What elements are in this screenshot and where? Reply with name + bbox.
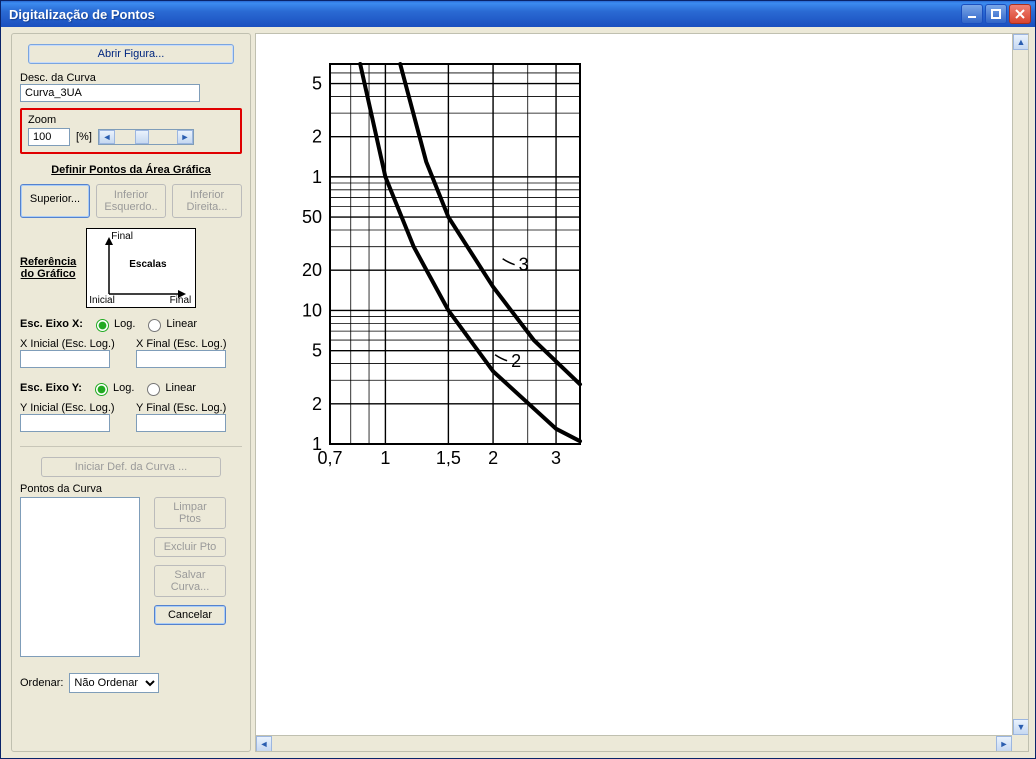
svg-text:1: 1	[380, 448, 390, 468]
svg-text:1: 1	[312, 434, 322, 454]
svg-text:2: 2	[488, 448, 498, 468]
svg-text:20: 20	[302, 260, 322, 280]
superior-button[interactable]: Superior...	[20, 184, 90, 218]
reference-diagram: Final Escalas Inicial Final	[86, 228, 196, 308]
x-initial-label: X Inicial (Esc. Log.)	[20, 338, 126, 350]
scroll-right-icon-2[interactable]: ►	[996, 736, 1012, 752]
axis-x-log-radio[interactable]: Log.	[91, 316, 135, 332]
svg-text:1,5: 1,5	[436, 448, 461, 468]
y-final-input[interactable]	[136, 414, 226, 432]
scroll-thumb[interactable]	[135, 130, 149, 144]
exclude-point-button: Excluir Pto	[154, 537, 226, 557]
left-panel: Abrir Figura... Desc. da Curva Zoom [%] …	[11, 33, 251, 752]
scroll-left-icon-2[interactable]: ◄	[256, 736, 272, 752]
scroll-left-icon[interactable]: ◄	[99, 130, 115, 144]
reference-title-1: Referência	[20, 256, 76, 268]
y-initial-label: Y Inicial (Esc. Log.)	[20, 402, 126, 414]
svg-text:1: 1	[312, 167, 322, 187]
minimize-button[interactable]	[961, 4, 983, 24]
svg-text:2: 2	[511, 351, 521, 371]
reference-title-2: do Gráfico	[20, 268, 76, 280]
curve-desc-label: Desc. da Curva	[20, 72, 242, 84]
svg-text:2: 2	[312, 394, 322, 414]
svg-text:50: 50	[302, 207, 322, 227]
zoom-label: Zoom	[28, 114, 234, 126]
axis-y-linear-radio[interactable]: Linear	[142, 380, 196, 396]
window-title: Digitalização de Pontos	[9, 7, 961, 22]
curve-desc-input[interactable]	[20, 84, 200, 102]
y-initial-input[interactable]	[20, 414, 110, 432]
define-points-title: Definir Pontos da Área Gráfica	[20, 164, 242, 176]
inferior-esquerdo-button: Inferior Esquerdo..	[96, 184, 166, 218]
y-final-label: Y Final (Esc. Log.)	[136, 402, 242, 414]
start-curve-def-button: Iniciar Def. da Curva ...	[41, 457, 221, 477]
axis-x-title: Esc. Eixo X:	[20, 318, 83, 330]
clear-points-button: Limpar Ptos	[154, 497, 226, 529]
scroll-right-icon[interactable]: ►	[177, 130, 193, 144]
svg-text:2: 2	[312, 127, 322, 147]
cancel-button[interactable]: Cancelar	[154, 605, 226, 625]
svg-text:10: 10	[302, 300, 322, 320]
points-label: Pontos da Curva	[20, 483, 242, 495]
close-button[interactable]	[1009, 4, 1031, 24]
scroll-up-icon[interactable]: ▲	[1013, 34, 1029, 50]
inferior-direita-button: Inferior Direita...	[172, 184, 242, 218]
svg-text:3: 3	[551, 448, 561, 468]
scrollbar-corner	[1012, 735, 1028, 751]
svg-text:5: 5	[312, 74, 322, 94]
axis-y-log-radio[interactable]: Log.	[90, 380, 134, 396]
maximize-button[interactable]	[985, 4, 1007, 24]
horizontal-scrollbar[interactable]: ◄ ►	[256, 735, 1012, 751]
chart-area: 0,711,52312510205012523	[280, 54, 590, 474]
zoom-unit: [%]	[76, 131, 92, 143]
x-final-input[interactable]	[136, 350, 226, 368]
chart-panel: 0,711,52312510205012523 ▲ ▼ ◄ ►	[255, 33, 1029, 752]
svg-text:3: 3	[519, 255, 529, 275]
x-initial-input[interactable]	[20, 350, 110, 368]
order-label: Ordenar:	[20, 677, 63, 689]
curve-points-list[interactable]	[20, 497, 140, 657]
order-select[interactable]: Não Ordenar	[69, 673, 159, 693]
zoom-scrollbar[interactable]: ◄ ►	[98, 129, 194, 145]
x-final-label: X Final (Esc. Log.)	[136, 338, 242, 350]
save-curve-button: Salvar Curva...	[154, 565, 226, 597]
zoom-input[interactable]	[28, 128, 70, 146]
axis-x-linear-radio[interactable]: Linear	[143, 316, 197, 332]
open-figure-button[interactable]: Abrir Figura...	[28, 44, 234, 64]
titlebar: Digitalização de Pontos	[1, 1, 1035, 27]
svg-text:5: 5	[312, 341, 322, 361]
vertical-scrollbar[interactable]: ▲ ▼	[1012, 34, 1028, 735]
scroll-down-icon[interactable]: ▼	[1013, 719, 1029, 735]
zoom-box: Zoom [%] ◄ ►	[20, 108, 242, 154]
axis-y-title: Esc. Eixo Y:	[20, 382, 82, 394]
